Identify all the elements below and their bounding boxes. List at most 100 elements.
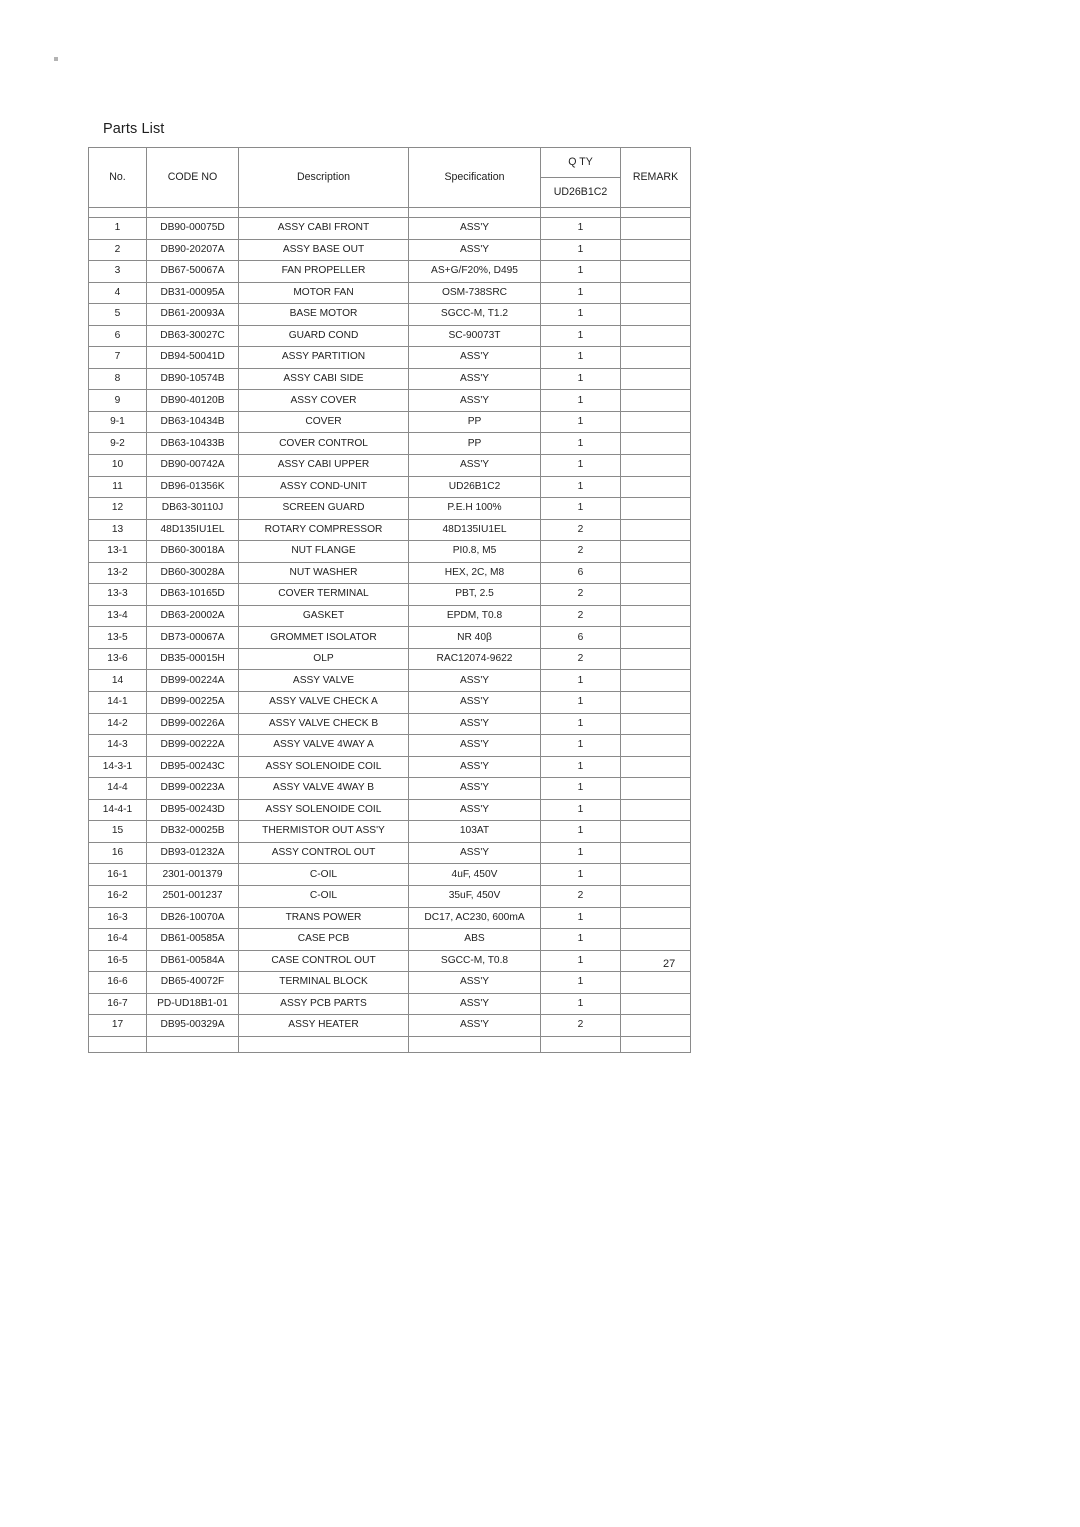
cell-code-no: DB99-00225A — [146, 691, 239, 714]
cell-no: 7 — [88, 346, 147, 369]
column-header-qty-model: UD26B1C2 — [540, 177, 621, 208]
cell-code-no: DB63-10434B — [146, 410, 239, 434]
cell-no: 16-3 — [88, 906, 147, 930]
cell-no: 6 — [88, 324, 147, 348]
cell-qty: 1 — [540, 238, 621, 262]
cell-remark — [620, 669, 691, 693]
cell-specification: SGCC-M, T1.2 — [408, 303, 541, 326]
cell-no: 10 — [88, 454, 147, 477]
cell-specification: ASS'Y — [408, 367, 541, 391]
cell-remark — [620, 841, 691, 865]
cell-remark — [620, 798, 691, 822]
table-body: 1 DB90-00075D ASSY CABI FRONT ASS'Y 1 2 DB90-2… — [88, 207, 691, 1053]
cell-remark — [620, 906, 691, 930]
cell-no: 14-3 — [88, 734, 147, 757]
cell-qty: 1 — [540, 798, 621, 822]
cell-code-no: DB63-10433B — [146, 432, 239, 456]
cell-specification: HEX, 2C, M8 — [408, 561, 541, 585]
table-row: 14-3 DB99-00222A ASSY VALVE 4WAY A ASS'Y 1 — [88, 734, 691, 757]
cell-no: 9-2 — [88, 432, 147, 456]
cell-specification: ASS'Y — [408, 712, 541, 736]
cell-description: ASSY VALVE 4WAY A — [238, 734, 409, 757]
cell-code-no: DB60-30018A — [146, 540, 239, 563]
cell-remark — [620, 346, 691, 369]
cell-description: FAN PROPELLER — [238, 260, 409, 283]
table-row: 15 DB32-00025B THERMISTOR OUT ASS'Y 103AT 1 — [88, 820, 691, 843]
cell-code-no: DB63-30110J — [146, 497, 239, 520]
cell-qty: 1 — [540, 497, 621, 520]
cell-remark — [620, 497, 691, 520]
cell-specification: ASS'Y — [408, 841, 541, 865]
table-row: 13 48D135IU1EL ROTARY COMPRESSOR 48D135IU1E… — [88, 518, 691, 542]
cell-remark — [620, 432, 691, 456]
cell-no: 3 — [88, 260, 147, 283]
cell-qty: 1 — [540, 475, 621, 499]
cell-code-no: DB65-40072F — [146, 971, 239, 994]
cell-remark — [620, 971, 691, 994]
cell-code-no: DB63-20002A — [146, 604, 239, 628]
cell-code-no: DB61-00585A — [146, 928, 239, 951]
cell-description: ASSY BASE OUT — [238, 238, 409, 262]
table-row: 9-1 DB63-10434B COVER PP 1 — [88, 410, 691, 434]
cell-qty: 1 — [540, 863, 621, 886]
cell-no: 16-6 — [88, 971, 147, 994]
cell-specification: OSM-738SRC — [408, 281, 541, 305]
cell-description: COVER — [238, 410, 409, 434]
cell-no: 13-2 — [88, 561, 147, 585]
table-row: 4 DB31-00095A MOTOR FAN OSM-738SRC 1 — [88, 281, 691, 305]
cell-qty: 1 — [540, 346, 621, 369]
cell-qty: 1 — [540, 691, 621, 714]
cell-qty: 2 — [540, 518, 621, 542]
table-row: 14-4-1 DB95-00243D ASSY SOLENOIDE COIL ASS'… — [88, 798, 691, 822]
cell-description: COVER CONTROL — [238, 432, 409, 456]
cell-remark — [620, 217, 691, 240]
cell-qty: 1 — [540, 755, 621, 779]
cell-code-no: DB90-10574B — [146, 367, 239, 391]
cell-qty: 1 — [540, 712, 621, 736]
cell-code-no: DB95-00243C — [146, 755, 239, 779]
cell-specification: ASS'Y — [408, 798, 541, 822]
cell-qty: 1 — [540, 669, 621, 693]
cell-specification: PI0.8, M5 — [408, 540, 541, 563]
cell-code-no: DB90-00075D — [146, 217, 239, 240]
table-bottom-spacer — [88, 1036, 691, 1053]
cell-remark — [620, 281, 691, 305]
cell-specification: ASS'Y — [408, 755, 541, 779]
cell-description: GASKET — [238, 604, 409, 628]
scan-artifact — [54, 57, 58, 61]
cell-remark — [620, 410, 691, 434]
cell-qty: 1 — [540, 841, 621, 865]
page-number: 27 — [663, 958, 676, 970]
table-row: 17 DB95-00329A ASSY HEATER ASS'Y 2 — [88, 1014, 691, 1037]
cell-description: TRANS POWER — [238, 906, 409, 930]
table-row: 16-3 DB26-10070A TRANS POWER DC17, AC230, 6… — [88, 906, 691, 930]
cell-description: ROTARY COMPRESSOR — [238, 518, 409, 542]
cell-no: 9 — [88, 389, 147, 412]
cell-no: 11 — [88, 475, 147, 499]
cell-code-no: DB67-50067A — [146, 260, 239, 283]
cell-description: ASSY VALVE CHECK A — [238, 691, 409, 714]
cell-description: ASSY SOLENOIDE COIL — [238, 755, 409, 779]
table-row: 13-2 DB60-30028A NUT WASHER HEX, 2C, M8 6 — [88, 561, 691, 585]
cell-description: MOTOR FAN — [238, 281, 409, 305]
cell-remark — [620, 863, 691, 886]
cell-description: CASE PCB — [238, 928, 409, 951]
table-row: 16-2 2501-001237 C-OIL 35uF, 450V 2 — [88, 884, 691, 908]
cell-description: ASSY VALVE — [238, 669, 409, 693]
cell-code-no: DB61-00584A — [146, 949, 239, 973]
cell-qty: 1 — [540, 367, 621, 391]
cell-qty: 1 — [540, 454, 621, 477]
cell-specification: PBT, 2.5 — [408, 583, 541, 606]
cell-no: 16-7 — [88, 992, 147, 1016]
cell-qty: 1 — [540, 992, 621, 1016]
table-row: 9 DB90-40120B ASSY COVER ASS'Y 1 — [88, 389, 691, 412]
cell-qty: 1 — [540, 734, 621, 757]
cell-code-no: DB95-00329A — [146, 1014, 239, 1037]
cell-remark — [620, 389, 691, 412]
cell-remark — [620, 583, 691, 606]
cell-specification: DC17, AC230, 600mA — [408, 906, 541, 930]
cell-code-no: DB26-10070A — [146, 906, 239, 930]
cell-specification: 4uF, 450V — [408, 863, 541, 886]
table-row: 13-3 DB63-10165D COVER TERMINAL PBT, 2.5 2 — [88, 583, 691, 606]
table-row: 16-5 DB61-00584A CASE CONTROL OUT SGCC-M, T… — [88, 949, 691, 973]
